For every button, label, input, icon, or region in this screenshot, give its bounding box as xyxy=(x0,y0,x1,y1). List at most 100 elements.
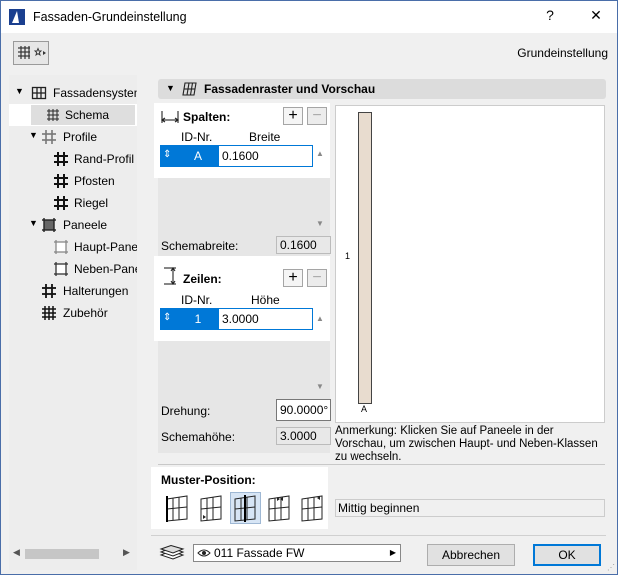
table-row[interactable]: ⇕ 1 xyxy=(160,308,218,330)
help-button[interactable]: ? xyxy=(537,7,563,27)
pattern-center-offset-button[interactable] xyxy=(264,492,295,524)
tree-item-neben-paneel[interactable]: Neben-Paneel xyxy=(9,258,137,280)
cancel-button[interactable]: Abbrechen xyxy=(427,544,515,566)
tree-item-label: Halterungen xyxy=(63,284,129,298)
add-row-button[interactable]: + xyxy=(283,269,303,287)
collapse-triangle-icon[interactable]: ▼ xyxy=(166,83,175,93)
footer-divider xyxy=(151,535,606,536)
table-row[interactable]: ⇕ A xyxy=(160,145,218,167)
preview-row-label: 1 xyxy=(345,251,351,261)
tree-item-fassadensystem[interactable]: ▼ Fassadensystem xyxy=(9,82,137,104)
tree-horizontal-scrollbar[interactable]: ◀ ▶ xyxy=(9,546,137,562)
preview-panel[interactable] xyxy=(358,112,372,404)
scheme-grid-icon xyxy=(47,109,59,121)
tree-item-schema[interactable]: Schema xyxy=(9,104,137,126)
width-dimension-icon xyxy=(161,111,179,123)
tree-item-rand-profil[interactable]: Rand-Profil xyxy=(9,148,137,170)
pattern-end-button[interactable] xyxy=(297,492,328,524)
preview-note: Anmerkung: Klicken Sie auf Paneele in de… xyxy=(335,425,598,463)
dialog-window: Fassaden-Grundeinstellung ? ✕ Grundeinst… xyxy=(0,0,618,575)
tree-item-profile[interactable]: ▼ Profile xyxy=(9,126,137,148)
scheme-height-label: Schemahöhe: xyxy=(161,430,236,444)
layer-dropdown[interactable]: 011 Fassade FW ▶ xyxy=(193,544,401,562)
secondary-panel-icon xyxy=(54,262,68,276)
row-height-header: Höhe xyxy=(251,293,280,307)
tree-item-haupt-paneel[interactable]: Haupt-Paneel xyxy=(9,236,137,258)
tree-item-halterungen[interactable]: Halterungen xyxy=(9,280,137,302)
tree-item-label: Pfosten xyxy=(74,174,115,188)
pattern-start-left-button[interactable] xyxy=(162,492,193,524)
columns-scroll-up-icon[interactable]: ▲ xyxy=(316,149,330,158)
profile-icon xyxy=(42,130,56,144)
dialog-subtitle: Grundeinstellung xyxy=(517,46,608,60)
pattern-mode-field: Mittig beginnen xyxy=(335,499,605,517)
archicad-app-icon xyxy=(9,9,25,25)
scroll-right-arrow-icon[interactable]: ▶ xyxy=(123,547,130,558)
favorites-button[interactable] xyxy=(13,41,49,65)
tree-item-label: Fassadensystem xyxy=(53,86,137,100)
curtain-wall-grid-icon xyxy=(182,82,197,96)
tree-item-label: Paneele xyxy=(63,218,108,232)
section-header[interactable]: ▼ Fassadenraster und Vorschau xyxy=(158,79,606,99)
tree-item-label: Zubehör xyxy=(63,306,108,320)
eye-icon xyxy=(197,549,211,557)
window-title: Fassaden-Grundeinstellung xyxy=(33,10,187,24)
row-drag-handle-icon[interactable]: ⇕ xyxy=(163,312,171,323)
rotation-input[interactable]: 90.0000° xyxy=(276,399,331,421)
pattern-position-header: Muster-Position: xyxy=(161,473,256,487)
row-height-input[interactable]: 3.0000 xyxy=(218,308,313,330)
pattern-right-icon xyxy=(200,495,222,522)
close-button[interactable]: ✕ xyxy=(583,7,609,27)
tree-item-label: Profile xyxy=(63,130,98,144)
layer-dropdown-value: 011 Fassade FW xyxy=(214,546,305,560)
tree-item-zubehoer[interactable]: Zubehör xyxy=(9,302,137,324)
row-drag-handle-icon[interactable]: ⇕ xyxy=(163,149,171,160)
boundary-frame-icon xyxy=(54,152,68,166)
ok-button[interactable]: OK xyxy=(533,544,601,566)
tree-item-label: Rand-Profil xyxy=(74,152,135,166)
remove-row-button[interactable]: − xyxy=(307,269,327,287)
tree-item-label: Riegel xyxy=(74,196,109,210)
columns-scroll-down-icon[interactable]: ▼ xyxy=(316,219,330,228)
pattern-center-icon xyxy=(234,495,256,522)
tree-item-label: Haupt-Paneel xyxy=(74,240,137,254)
columns-header: Spalten: xyxy=(183,110,231,124)
scrollbar-thumb[interactable] xyxy=(25,549,99,559)
pattern-center-button[interactable] xyxy=(230,492,261,524)
tree-item-label: Schema xyxy=(65,108,110,122)
chevron-down-icon[interactable]: ▼ xyxy=(15,86,25,96)
pattern-left-icon xyxy=(166,495,188,522)
height-dimension-icon xyxy=(164,267,176,285)
divider xyxy=(158,464,605,465)
title-bar: Fassaden-Grundeinstellung ? ✕ xyxy=(1,1,617,33)
resize-grip-icon[interactable]: ⋰ xyxy=(607,563,615,572)
add-column-button[interactable]: + xyxy=(283,107,303,125)
column-id-cell: A xyxy=(193,149,202,163)
caret-right-icon: ▶ xyxy=(389,548,396,557)
rows-scroll-down-icon[interactable]: ▼ xyxy=(316,382,330,391)
accessory-icon xyxy=(42,306,56,320)
scroll-left-arrow-icon[interactable]: ◀ xyxy=(13,547,20,558)
section-title: Fassadenraster und Vorschau xyxy=(204,82,376,96)
scheme-height-value: 3.0000 xyxy=(276,427,331,445)
favorites-icon xyxy=(18,46,46,59)
rotation-label: Drehung: xyxy=(161,404,211,418)
pattern-start-right-button[interactable] xyxy=(196,492,227,524)
pattern-center-offset-icon xyxy=(268,495,290,522)
scheme-preview[interactable]: 1 A xyxy=(335,105,605,423)
tree-item-paneele[interactable]: ▼ Paneele xyxy=(9,214,137,236)
chevron-down-icon[interactable]: ▼ xyxy=(29,218,39,228)
panel-icon xyxy=(42,218,56,232)
layer-stack-icon xyxy=(159,545,185,560)
preview-column-label: A xyxy=(361,404,368,414)
tree-item-pfosten[interactable]: Pfosten xyxy=(9,170,137,192)
tree-item-label: Neben-Paneel xyxy=(74,262,137,276)
transom-icon xyxy=(54,196,68,210)
rows-scroll-up-icon[interactable]: ▲ xyxy=(316,314,330,323)
remove-column-button[interactable]: − xyxy=(307,107,327,125)
tree-item-riegel[interactable]: Riegel xyxy=(9,192,137,214)
chevron-down-icon[interactable]: ▼ xyxy=(29,130,39,140)
column-width-input[interactable]: 0.1600 xyxy=(218,145,313,167)
pattern-position-group: Muster-Position: xyxy=(151,467,328,529)
column-width-header: Breite xyxy=(249,130,281,144)
